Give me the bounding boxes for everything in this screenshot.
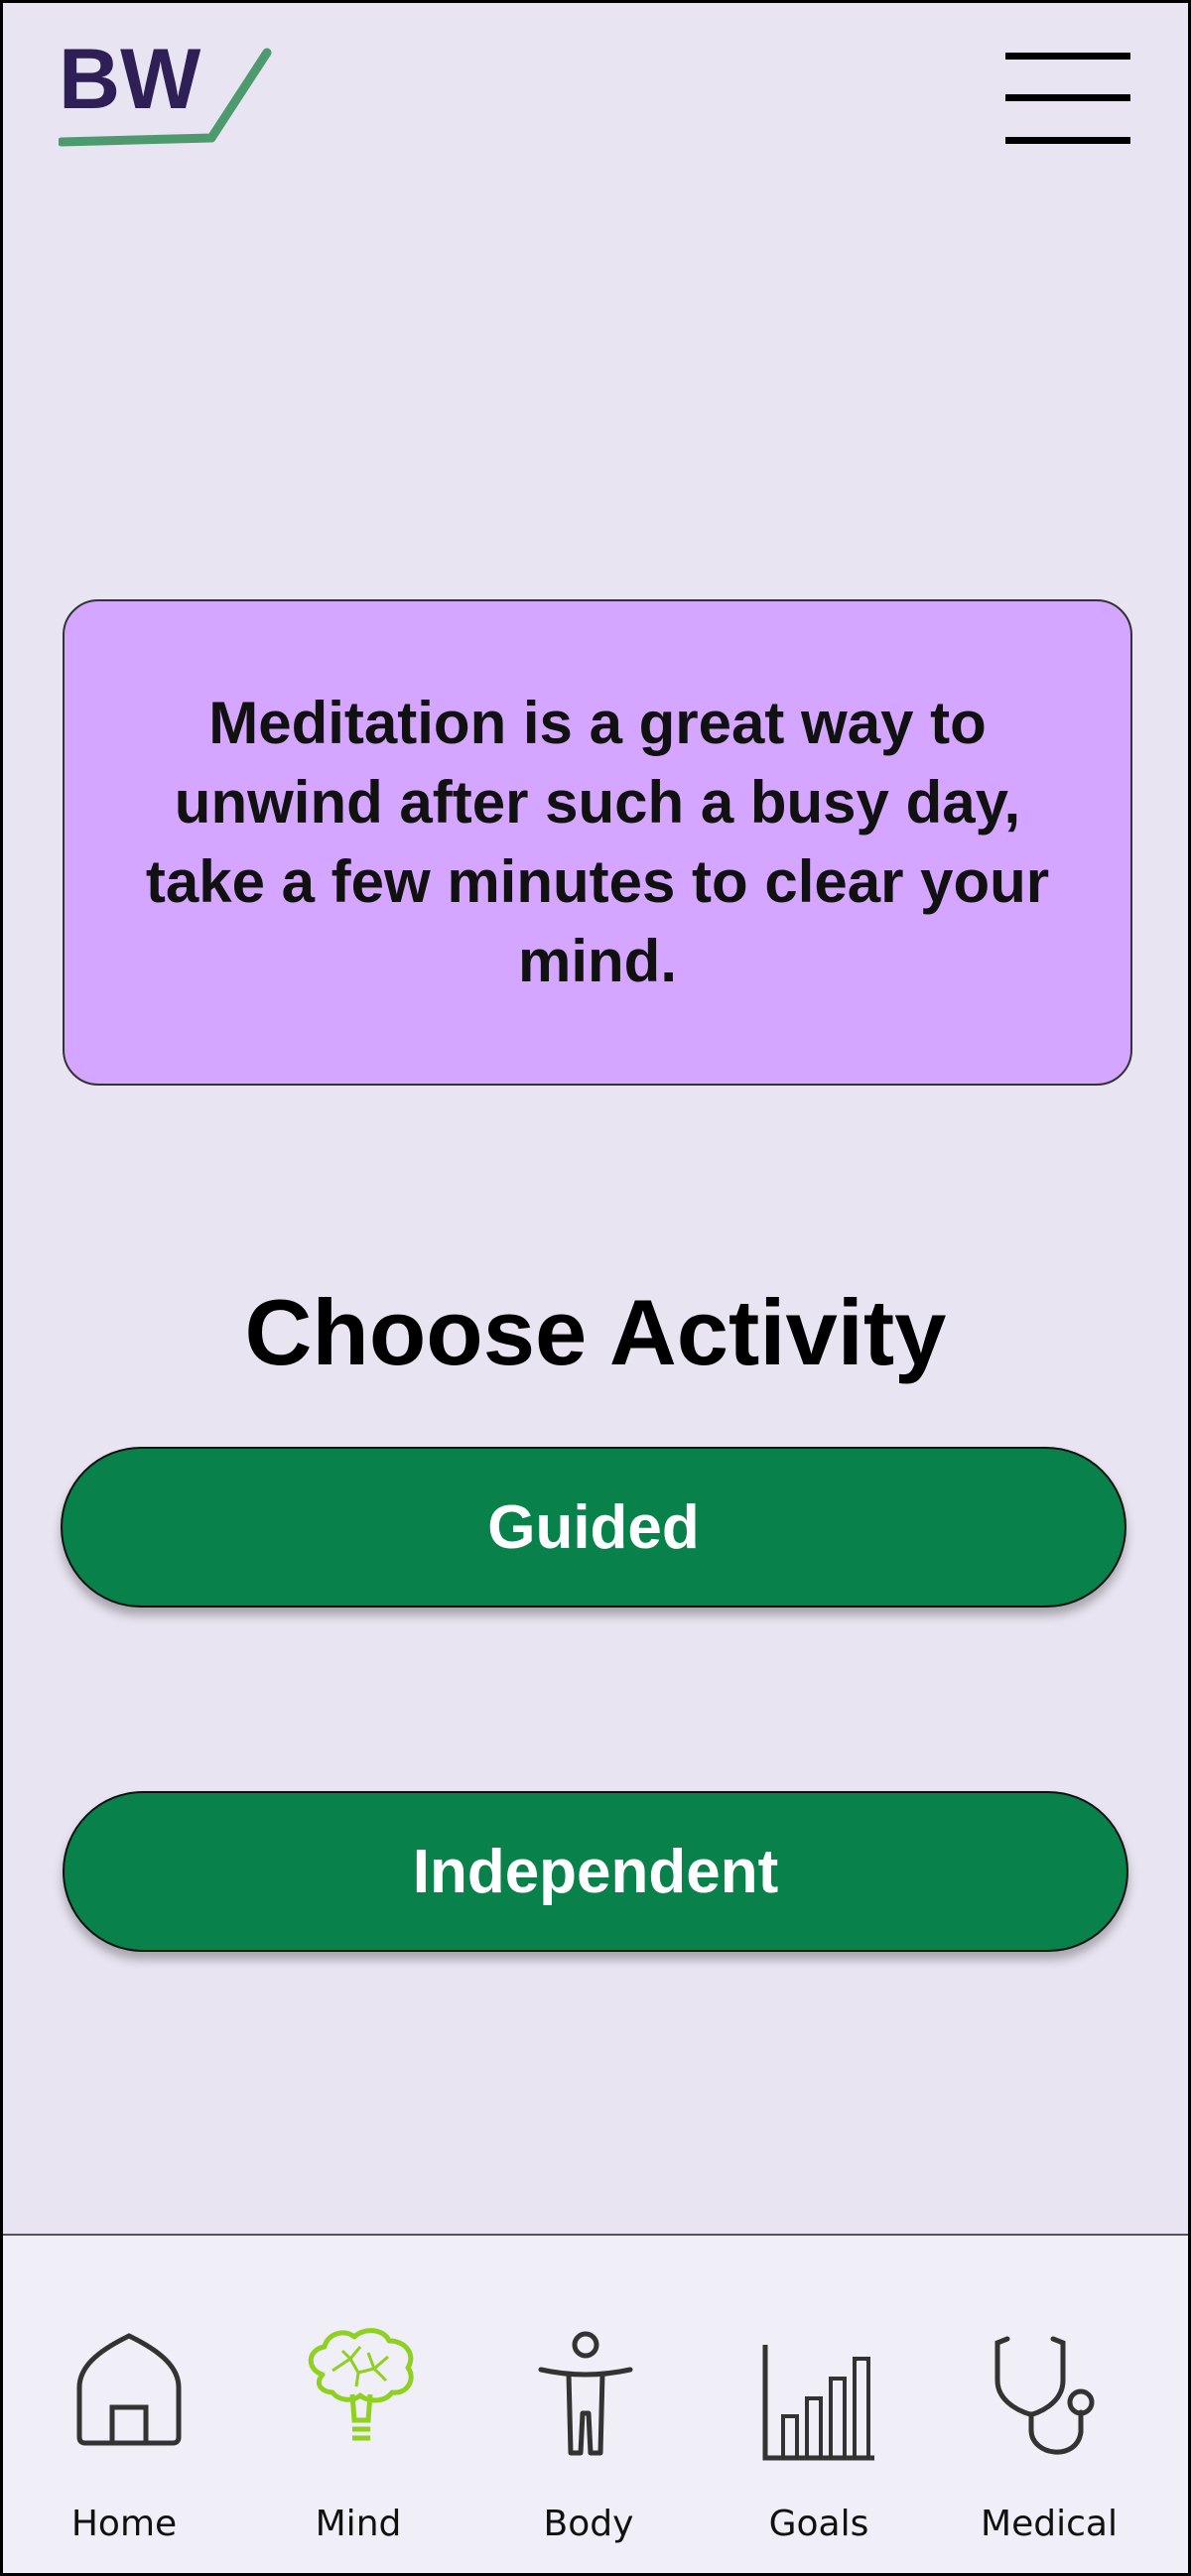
nav-label: Medical <box>981 2504 1118 2544</box>
menu-line <box>1005 137 1130 144</box>
logo-text: BW <box>59 47 201 127</box>
nav-item-body[interactable]: Body <box>489 2236 688 2573</box>
brain-icon <box>308 2328 414 2441</box>
stethoscope-icon <box>994 2336 1095 2455</box>
hamburger-menu-icon[interactable] <box>1005 53 1130 148</box>
meditation-message: Meditation is a great way to unwind afte… <box>145 690 1050 994</box>
menu-line <box>1005 94 1130 101</box>
nav-label: Mind <box>315 2504 402 2544</box>
nav-item-medical[interactable]: Medical <box>950 2236 1148 2573</box>
independent-button-label: Independent <box>412 1837 779 1906</box>
bottom-navigation: Home Mind Body Goals Medical <box>3 2234 1188 2573</box>
nav-item-goals[interactable]: Goals <box>720 2236 918 2573</box>
guided-button-label: Guided <box>487 1492 700 1562</box>
bw-logo[interactable]: BW <box>57 32 277 166</box>
nav-label: Goals <box>768 2504 869 2544</box>
body-icon <box>538 2331 633 2456</box>
menu-line <box>1005 53 1130 60</box>
nav-label: Home <box>70 2504 178 2544</box>
home-icon <box>76 2333 182 2446</box>
guided-button[interactable]: Guided <box>61 1447 1126 1608</box>
bar-chart-icon <box>762 2345 874 2461</box>
nav-item-mind[interactable]: Mind <box>259 2236 458 2573</box>
meditation-screen: BW Meditation is a great way to unwind a… <box>0 0 1191 2576</box>
nav-item-home[interactable]: Home <box>25 2236 223 2573</box>
meditation-message-card: Meditation is a great way to unwind afte… <box>63 599 1132 1086</box>
nav-label: Body <box>543 2504 634 2544</box>
independent-button[interactable]: Independent <box>63 1791 1128 1952</box>
choose-activity-heading: Choose Activity <box>244 1280 947 1384</box>
